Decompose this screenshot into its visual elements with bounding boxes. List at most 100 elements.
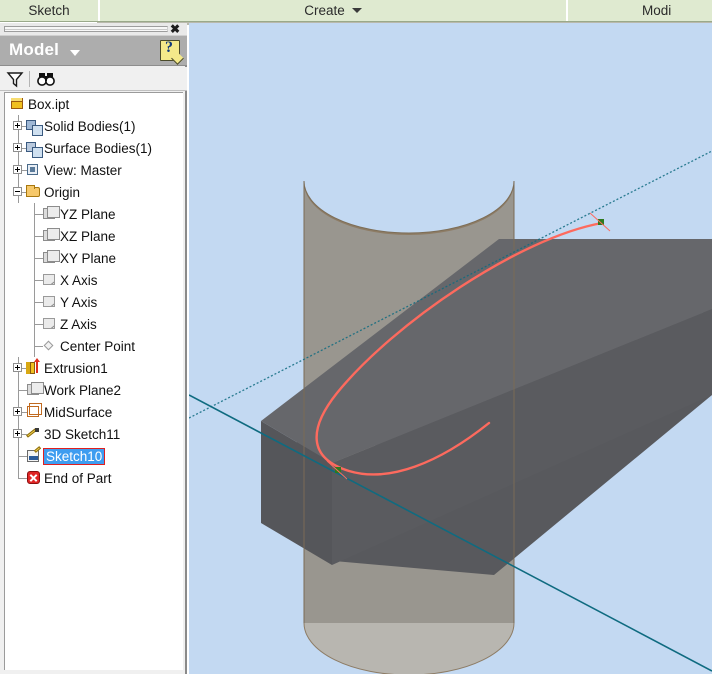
grip-lines-icon bbox=[4, 26, 168, 32]
toolbar-divider bbox=[29, 71, 30, 87]
sketch-icon bbox=[25, 446, 42, 464]
tree-item-content: Box.ipt bbox=[9, 96, 69, 112]
tree-item-content: Y Axis bbox=[41, 294, 97, 310]
tree-item-label: Sketch10 bbox=[42, 447, 106, 465]
tree-item-label: Surface Bodies(1) bbox=[44, 140, 153, 156]
page-title: Model bbox=[9, 40, 60, 59]
tree-expander-plus[interactable] bbox=[13, 363, 22, 372]
tree-expander-plus[interactable] bbox=[13, 143, 22, 152]
folder-icon bbox=[25, 184, 42, 200]
browser-toolbar bbox=[0, 67, 187, 91]
tree-item-box-ipt[interactable]: Box.ipt bbox=[5, 93, 183, 115]
tree-item-content: MidSurface bbox=[25, 403, 113, 420]
tree-expander-minus[interactable] bbox=[13, 187, 22, 196]
ribbon-panel-sketch-label: Sketch bbox=[28, 3, 70, 18]
tree-item-yz-plane[interactable]: YZ Plane bbox=[5, 203, 183, 225]
tree-item-label: End of Part bbox=[44, 470, 112, 486]
tree-expander-plus[interactable] bbox=[13, 407, 22, 416]
tree-item-content: Extrusion1 bbox=[25, 358, 108, 376]
tree-item-label: Center Point bbox=[60, 338, 136, 354]
browser-title-bar: Model bbox=[0, 36, 187, 66]
tree-item-content: XZ Plane bbox=[41, 228, 116, 244]
tree-connector bbox=[18, 379, 19, 401]
tree-item-center-point[interactable]: Center Point bbox=[5, 335, 183, 357]
plane-icon bbox=[41, 228, 60, 244]
filter-icon[interactable] bbox=[5, 70, 25, 88]
tree-item-solid-bodies-1[interactable]: Solid Bodies(1) bbox=[5, 115, 183, 137]
tree-item-label: 3D Sketch11 bbox=[44, 426, 121, 442]
tree-item-surface-bodies-1[interactable]: Surface Bodies(1) bbox=[5, 137, 183, 159]
ribbon-panel-sketch[interactable]: Sketch bbox=[0, 0, 98, 21]
tree-item-content: Center Point bbox=[41, 338, 135, 354]
tree-connector bbox=[34, 313, 35, 335]
tree-item-content: View: Master bbox=[25, 162, 122, 178]
ribbon-panel-modify[interactable]: Modi bbox=[566, 0, 710, 21]
3d-scene bbox=[189, 150, 712, 674]
tree-item-label: Extrusion1 bbox=[44, 360, 108, 376]
solid-bodies-icon bbox=[25, 118, 43, 136]
tree-item-content: 3D Sketch11 bbox=[25, 426, 120, 442]
graphics-viewport[interactable] bbox=[189, 23, 712, 674]
tree-item-content: X Axis bbox=[41, 272, 98, 288]
tree-item-label: Z Axis bbox=[60, 316, 97, 332]
tree-item-label: XZ Plane bbox=[60, 228, 116, 244]
close-icon[interactable]: ✖ bbox=[170, 23, 180, 36]
tree-expander-plus[interactable] bbox=[13, 121, 22, 130]
inventor-window: Sketch Create Modi ✖ Model ? Box.ipt Sol… bbox=[0, 0, 712, 674]
tree-item-label: X Axis bbox=[60, 272, 98, 288]
tree-item-label: View: Master bbox=[44, 162, 122, 178]
browser-title-chevron-down-icon[interactable] bbox=[70, 50, 80, 56]
tree-item-label: Origin bbox=[44, 184, 81, 200]
tree-item-xy-plane[interactable]: XY Plane bbox=[5, 247, 183, 269]
plane-icon bbox=[41, 250, 60, 266]
ribbon-panel-create[interactable]: Create bbox=[98, 0, 566, 21]
ribbon-bar: Sketch Create Modi bbox=[0, 0, 712, 22]
tree-item-y-axis[interactable]: Y Axis bbox=[5, 291, 183, 313]
tree-item-z-axis[interactable]: Z Axis bbox=[5, 313, 183, 335]
tree-item-content: End of Part bbox=[25, 470, 112, 486]
part-box-icon bbox=[9, 96, 26, 112]
plane-icon bbox=[41, 206, 60, 222]
tree-item-content: YZ Plane bbox=[41, 206, 116, 222]
axis-icon bbox=[41, 316, 58, 332]
model-tree[interactable]: Box.ipt Solid Bodies(1) Surface Bodies(1) V… bbox=[4, 92, 183, 670]
tree-connector bbox=[34, 225, 35, 247]
tree-item-label: Solid Bodies(1) bbox=[44, 118, 136, 134]
tree-item-content: Surface Bodies(1) bbox=[25, 140, 153, 158]
tree-expander-plus[interactable] bbox=[13, 165, 22, 174]
help-question-icon[interactable] bbox=[160, 39, 180, 61]
extrusion-icon bbox=[25, 358, 42, 376]
tree-item-3d-sketch11[interactable]: 3D Sketch11 bbox=[5, 423, 183, 445]
find-icon[interactable] bbox=[36, 70, 56, 88]
tree-item-xz-plane[interactable]: XZ Plane bbox=[5, 225, 183, 247]
tree-item-label: YZ Plane bbox=[60, 206, 116, 222]
tree-connector bbox=[34, 203, 35, 225]
center-point-icon bbox=[41, 338, 58, 354]
end-of-part-icon bbox=[25, 470, 42, 486]
panel-drag-handle[interactable]: ✖ bbox=[0, 23, 187, 36]
tree-item-content: Work Plane2 bbox=[25, 382, 121, 398]
tree-item-extrusion1[interactable]: Extrusion1 bbox=[5, 357, 183, 379]
tree-connector bbox=[34, 247, 35, 269]
tree-item-sketch10[interactable]: Sketch10 bbox=[5, 445, 183, 467]
tree-connector bbox=[18, 445, 19, 467]
tree-item-label: XY Plane bbox=[60, 250, 117, 266]
chevron-down-icon[interactable] bbox=[351, 8, 362, 13]
tree-expander-plus[interactable] bbox=[13, 429, 22, 438]
surface-bodies-icon bbox=[25, 140, 43, 158]
tree-item-origin[interactable]: Origin bbox=[5, 181, 183, 203]
tree-item-label: Work Plane2 bbox=[44, 382, 122, 398]
tree-connector bbox=[34, 335, 35, 357]
tree-item-label: Y Axis bbox=[60, 294, 98, 310]
tree-item-work-plane2[interactable]: Work Plane2 bbox=[5, 379, 183, 401]
tree-item-midsurface[interactable]: MidSurface bbox=[5, 401, 183, 423]
tree-connector bbox=[34, 269, 35, 291]
tree-item-label: MidSurface bbox=[44, 404, 113, 420]
tree-item-label: Box.ipt bbox=[28, 96, 70, 112]
tree-item-view-master[interactable]: View: Master bbox=[5, 159, 183, 181]
tree-item-content: Solid Bodies(1) bbox=[25, 118, 136, 136]
model-browser-panel: ✖ Model Box bbox=[0, 23, 187, 674]
axis-icon bbox=[41, 272, 58, 288]
tree-item-end-of-part[interactable]: End of Part bbox=[5, 467, 183, 489]
tree-item-x-axis[interactable]: X Axis bbox=[5, 269, 183, 291]
